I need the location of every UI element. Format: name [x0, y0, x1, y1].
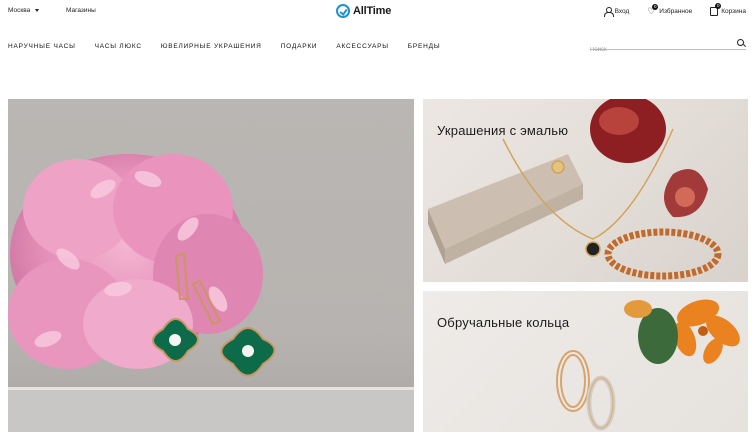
city-selector[interactable]: Москва — [8, 7, 40, 14]
favorites-count-badge: 0 — [652, 4, 659, 10]
login-link[interactable]: Вход — [603, 6, 630, 17]
top-bar: Москва Магазины AllTime Вход ♡ 0 Избранн… — [0, 0, 752, 24]
search-box — [590, 38, 746, 56]
hyacinth-earrings-photo — [8, 154, 414, 432]
nav-item-brands[interactable]: БРЕНДЫ — [408, 43, 441, 50]
favorites-link[interactable]: ♡ 0 Избранное — [647, 4, 693, 16]
user-icon — [603, 6, 614, 17]
nav-item-jewelry[interactable]: ЮВЕЛИРНЫЕ УКРАШЕНИЯ — [161, 43, 262, 50]
banner-jewelry-main[interactable] — [8, 99, 414, 432]
nav-item-luxury-watches[interactable]: ЧАСЫ ЛЮКС — [95, 43, 142, 50]
chevron-down-icon — [35, 9, 40, 12]
banner-title-enamel: Украшения с эмалью — [437, 123, 569, 138]
banner-enamel-jewelry[interactable]: Украшения с эмалью — [423, 99, 748, 282]
logo[interactable]: AllTime — [336, 4, 391, 18]
city-label: Москва — [8, 7, 31, 14]
banner-wedding-rings[interactable]: Обручальные кольца — [423, 291, 748, 432]
nav-item-accessories[interactable]: АКСЕССУАРЫ — [336, 43, 388, 50]
nav-item-gifts[interactable]: ПОДАРКИ — [281, 43, 318, 50]
logo-clock-icon — [336, 4, 350, 18]
user-links: Вход ♡ 0 Избранное 0 Корзина — [603, 3, 746, 17]
stores-link[interactable]: Магазины — [66, 7, 96, 14]
login-label: Вход — [614, 7, 630, 15]
nav-item-watches[interactable]: НАРУЧНЫЕ ЧАСЫ — [8, 43, 76, 50]
search-input[interactable] — [590, 44, 730, 56]
favorites-label: Избранное — [659, 7, 693, 15]
cart-link[interactable]: 0 Корзина — [710, 3, 746, 16]
cart-label: Корзина — [721, 7, 746, 15]
logo-text: AllTime — [353, 5, 392, 17]
banner-title-wedding: Обручальные кольца — [437, 315, 570, 330]
wedding-rings-photo — [556, 299, 740, 431]
main-nav: НАРУЧНЫЕ ЧАСЫ ЧАСЫ ЛЮКС ЮВЕЛИРНЫЕ УКРАШЕ… — [8, 43, 440, 50]
search-icon[interactable] — [737, 39, 744, 46]
